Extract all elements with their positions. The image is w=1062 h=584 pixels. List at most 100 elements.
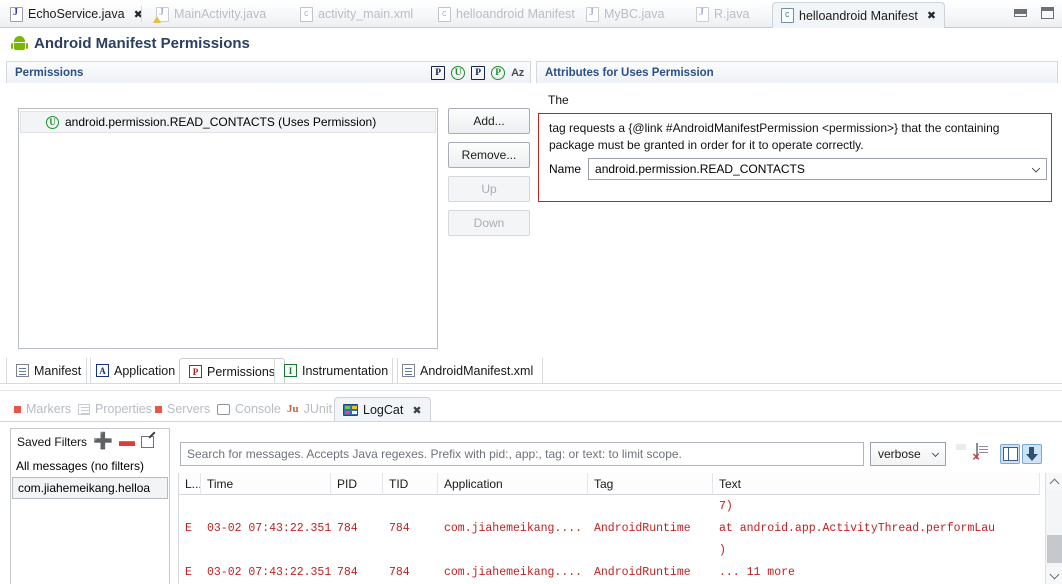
logcat-table: L... Time PID TID Application Tag Text 7…	[178, 472, 1040, 584]
view-tab-logcat[interactable]: LogCat ✖	[334, 397, 431, 422]
view-tab-label: LogCat	[363, 403, 404, 417]
editor-tab-echoservice[interactable]: EchoService.java ✖	[2, 1, 151, 27]
plus-icon[interactable]: ➕	[93, 434, 113, 450]
add-button[interactable]: Add...	[448, 108, 530, 134]
list-item[interactable]: com.jiahemeikang.helloa	[12, 477, 168, 499]
scroll-lock-icon	[1025, 446, 1039, 462]
scroll-up-icon[interactable]	[1046, 473, 1062, 490]
log-level-select[interactable]: verbose	[870, 442, 946, 466]
attributes-description: tag requests a {@link #AndroidManifestPe…	[549, 121, 1000, 152]
cell-level: E	[185, 565, 192, 579]
page-title: Android Manifest Permissions	[34, 34, 250, 52]
filter-label: All messages (no filters)	[16, 459, 145, 473]
tab-application[interactable]: A Application	[86, 358, 186, 383]
cell-time: 03-02 07:43:22.351	[207, 521, 331, 535]
permission-tree-icon[interactable]: P	[471, 65, 486, 80]
sort-alphabetical-icon[interactable]: Az	[511, 67, 524, 79]
save-log-button[interactable]	[953, 444, 973, 464]
panel-divider[interactable]	[0, 390, 1062, 395]
permissions-section-toolbar: P U P P Az	[431, 65, 524, 80]
tab-permissions[interactable]: P Permissions	[179, 358, 286, 384]
scroll-lock-button[interactable]	[1022, 444, 1042, 464]
column-header-tid[interactable]: TID	[383, 472, 438, 495]
scrollbar-thumb[interactable]	[1047, 535, 1062, 563]
table-row[interactable]: 7)	[179, 495, 1040, 517]
view-tab-label: JUnit	[303, 402, 333, 416]
editor-tab-helloandroid-manifest-1[interactable]: helloandroid Manifest	[430, 1, 583, 27]
permissions-list[interactable]: U android.permission.READ_CONTACTS (Uses…	[18, 108, 438, 349]
cell-text: ... 11 more	[719, 565, 795, 579]
up-button: Up	[448, 176, 530, 202]
tab-androidmanifest-xml[interactable]: AndroidManifest.xml	[392, 358, 544, 383]
saved-filters-pane: Saved Filters ➕ ▬ All messages (no filte…	[10, 428, 170, 584]
editor-tab-rjava[interactable]: R.java	[688, 1, 757, 27]
chevron-down-icon	[931, 449, 940, 458]
maximize-editor-icon[interactable]	[1041, 7, 1054, 19]
list-item[interactable]: All messages (no filters)	[11, 455, 169, 477]
tab-label: Application	[114, 363, 176, 378]
permissions-section-body: U android.permission.READ_CONTACTS (Uses…	[6, 83, 531, 351]
name-combo[interactable]: android.permission.READ_CONTACTS	[588, 158, 1047, 180]
cell-time: 03-02 07:43:22.351	[207, 565, 331, 579]
xml-file-icon	[438, 6, 451, 22]
column-header-application[interactable]: Application	[438, 472, 588, 495]
view-tab-console[interactable]: Console	[209, 397, 289, 421]
cell-tag: AndroidRuntime	[594, 565, 691, 579]
remove-button[interactable]: Remove...	[448, 142, 530, 168]
attributes-highlight-box: tag requests a {@link #AndroidManifestPe…	[538, 113, 1052, 202]
view-tab-markers[interactable]: Markers	[6, 397, 79, 421]
editor-tab-activitymain[interactable]: activity_main.xml	[292, 1, 421, 27]
column-header-tag[interactable]: Tag	[588, 472, 713, 495]
close-icon[interactable]: ✖	[927, 9, 936, 22]
xml-file-icon	[300, 6, 313, 22]
junit-icon: Ju	[287, 403, 299, 415]
table-row[interactable]: E 03-02 07:43:22.351 784 784 com.jiaheme…	[179, 517, 1040, 539]
list-item[interactable]: U android.permission.READ_CONTACTS (Uses…	[20, 111, 436, 133]
view-tab-servers[interactable]: Servers	[147, 397, 218, 421]
filter-label: com.jiahemeikang.helloa	[18, 481, 151, 495]
saved-filters-label: Saved Filters	[17, 435, 88, 449]
logcat-vertical-scrollbar[interactable]	[1045, 473, 1062, 584]
editor-tab-label: R.java	[714, 7, 750, 21]
tab-manifest[interactable]: Manifest	[6, 358, 92, 383]
scroll-down-icon[interactable]	[1046, 567, 1062, 584]
permissions-icon: P	[189, 365, 202, 378]
properties-icon	[78, 403, 90, 415]
name-label: Name	[549, 162, 582, 176]
edit-icon[interactable]	[140, 436, 154, 448]
editor-tab-mybc[interactable]: MyBC.java	[578, 1, 672, 27]
tab-label: AndroidManifest.xml	[420, 363, 534, 378]
uses-permission-icon[interactable]: U	[451, 65, 466, 80]
tab-label: Permissions	[207, 364, 276, 379]
name-combo-value: android.permission.READ_CONTACTS	[595, 162, 805, 176]
editor-tab-helloandroid-manifest-active[interactable]: helloandroid Manifest ✖	[772, 2, 946, 28]
cell-level: E	[185, 521, 192, 535]
close-icon[interactable]: ✖	[412, 404, 421, 417]
minimize-editor-icon[interactable]	[1014, 9, 1027, 17]
view-tab-label: Markers	[26, 402, 72, 416]
cell-application: com.jiahemeikang....	[444, 565, 583, 579]
table-row[interactable]: )	[179, 539, 1040, 561]
minus-icon[interactable]: ▬	[119, 434, 135, 450]
editor-tab-mainactivity[interactable]: MainActivity.java	[148, 1, 274, 27]
view-tab-junit[interactable]: Ju JUnit	[279, 397, 340, 421]
column-header-level[interactable]: L...	[179, 472, 201, 495]
table-row[interactable]: E 03-02 07:43:22.351 784 784 com.jiaheme…	[179, 561, 1040, 583]
tab-instrumentation[interactable]: I Instrumentation	[274, 358, 399, 383]
saved-filters-header: Saved Filters ➕ ▬	[11, 429, 169, 455]
servers-icon	[155, 405, 162, 413]
display-saved-filters-button[interactable]	[1000, 444, 1020, 464]
column-header-time[interactable]: Time	[201, 472, 331, 495]
tab-label: Manifest	[34, 363, 82, 378]
editor-tab-label: activity_main.xml	[318, 7, 414, 21]
column-header-text[interactable]: Text	[713, 472, 1040, 495]
permission-group-icon[interactable]: P	[491, 65, 506, 80]
clear-log-button[interactable]	[976, 443, 996, 464]
column-header-pid[interactable]: PID	[331, 472, 383, 495]
page-tabs-underline	[0, 383, 1062, 384]
uses-permission-icon: U	[46, 115, 59, 129]
logcat-table-header: L... Time PID TID Application Tag Text	[179, 472, 1040, 495]
permission-icon[interactable]: P	[431, 65, 446, 80]
search-input[interactable]: Search for messages. Accepts Java regexe…	[180, 442, 864, 466]
logcat-icon	[343, 404, 358, 416]
